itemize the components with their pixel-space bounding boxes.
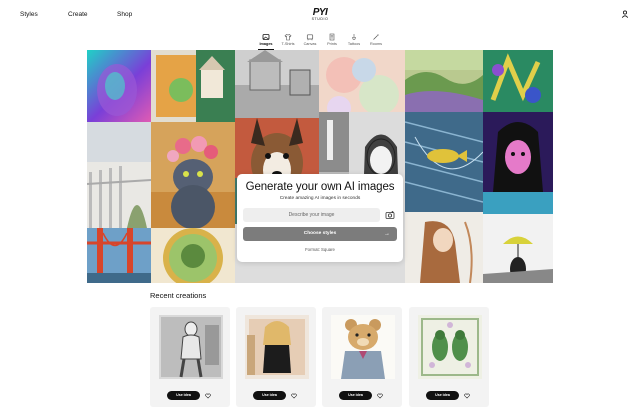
collage-image (87, 122, 151, 228)
use-idea-label: Use idea (348, 393, 363, 397)
brand-logo[interactable]: PYI STUDIO (309, 7, 331, 22)
recent-card[interactable]: Use idea (409, 307, 489, 407)
recent-card[interactable]: Use idea (322, 307, 402, 407)
tab-label: Canvas (303, 42, 317, 46)
tab-prints[interactable]: Prints (321, 33, 343, 49)
creation-image[interactable] (245, 315, 309, 379)
collage-image (151, 228, 235, 283)
recent-card[interactable]: Use idea (236, 307, 316, 407)
tshirt-icon (284, 34, 292, 41)
recent-creations-heading: Recent creations (150, 291, 207, 300)
use-idea-label: Use idea (176, 393, 191, 397)
hero-subtitle: Create amazing AI images in seconds (279, 196, 361, 201)
arrow-right-icon: → (384, 231, 390, 237)
tab-label: Prints (327, 42, 337, 46)
use-idea-button[interactable]: Use idea (426, 391, 459, 400)
collage-image (405, 112, 483, 212)
collage-image (151, 122, 235, 228)
collage-image (405, 50, 483, 112)
creation-image[interactable] (331, 315, 395, 379)
tattoo-icon (352, 34, 356, 40)
use-idea-label: Use idea (435, 393, 450, 397)
nav-styles-link[interactable]: Styles (20, 11, 38, 18)
creation-image[interactable] (418, 315, 482, 379)
collage-image (151, 50, 235, 122)
creation-image[interactable] (159, 315, 223, 379)
heart-icon[interactable] (377, 393, 383, 399)
collage-image (87, 228, 151, 283)
tab-label: Tattoos (347, 42, 361, 46)
heart-icon[interactable] (291, 393, 297, 399)
tab-label: Rooms (369, 42, 383, 46)
use-idea-label: Use idea (262, 393, 277, 397)
collage-image (235, 50, 319, 122)
top-nav: Styles Create Shop PYI STUDIO (0, 0, 640, 30)
tab-tshirts[interactable]: T-Shirts (277, 33, 299, 49)
hero-collage: Generate your own AI images Create amazi… (87, 50, 553, 283)
format-selector[interactable]: Format: Square (237, 247, 403, 252)
use-idea-button[interactable]: Use idea (253, 391, 286, 400)
tab-canvas[interactable]: Canvas (299, 33, 321, 49)
collage-image (405, 212, 483, 283)
tab-label: Images (259, 42, 273, 46)
use-idea-button[interactable]: Use idea (339, 391, 372, 400)
product-tabs: Images T-Shirts Canvas Prints Tattoos Ro… (255, 33, 387, 50)
heart-icon[interactable] (205, 393, 211, 399)
collage-image (483, 50, 553, 112)
logo-sub: STUDIO (311, 17, 329, 21)
choose-styles-label: Choose styles (303, 231, 337, 236)
tab-label: T-Shirts (281, 42, 295, 46)
image-icon (262, 34, 270, 40)
collage-image (87, 50, 151, 122)
collage-image (483, 214, 553, 283)
heart-icon[interactable] (464, 393, 470, 399)
recent-card[interactable]: Use idea (150, 307, 230, 407)
user-icon[interactable] (621, 10, 629, 18)
collage-image (483, 112, 553, 214)
logo-mark: PYI (312, 7, 328, 18)
canvas-icon (306, 34, 314, 41)
print-icon (329, 33, 335, 41)
wand-icon (373, 34, 379, 40)
use-idea-button[interactable]: Use idea (167, 391, 200, 400)
generate-card: Generate your own AI images Create amazi… (237, 174, 403, 262)
choose-styles-button[interactable]: Choose styles → (243, 227, 397, 241)
tab-tattoos[interactable]: Tattoos (343, 33, 365, 49)
nav-shop-link[interactable]: Shop (117, 11, 132, 18)
hero-title: Generate your own AI images (245, 181, 395, 193)
tab-images[interactable]: Images (255, 33, 277, 50)
image-upload-icon[interactable] (385, 210, 395, 220)
nav-create-link[interactable]: Create (68, 11, 88, 18)
prompt-input[interactable]: Describe your image (243, 208, 380, 222)
tab-rooms[interactable]: Rooms (365, 33, 387, 49)
